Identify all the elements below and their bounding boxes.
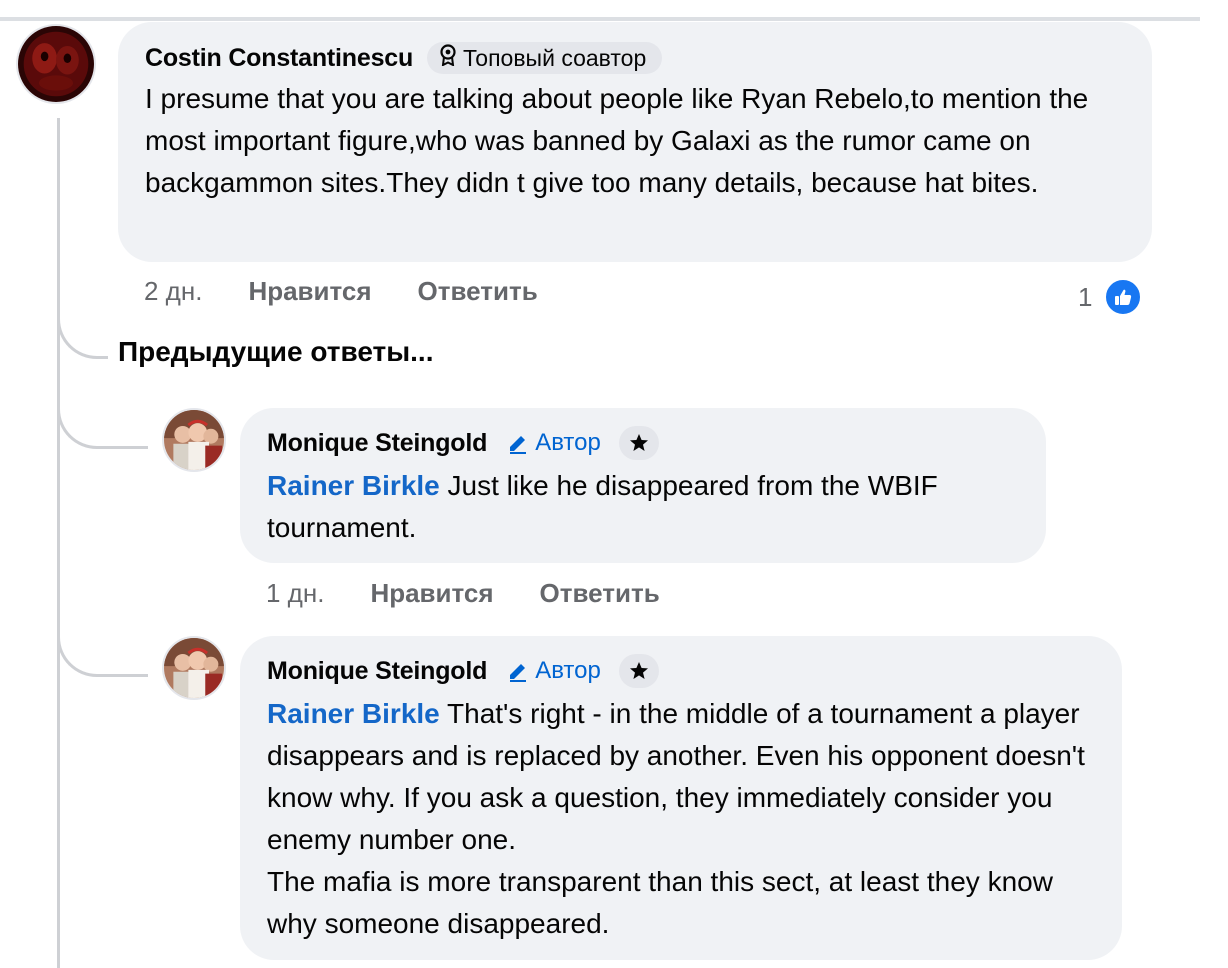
comment-actions: 2 дн. Нравится Ответить [144, 276, 538, 307]
star-icon[interactable] [618, 654, 659, 688]
reply-button[interactable]: Ответить [540, 578, 660, 609]
author-badge-label: Автор [535, 657, 601, 684]
badge-label: Топовый соавтор [463, 44, 647, 71]
thread-connector [57, 390, 148, 449]
reply-text: Rainer Birkle Just like he disappeared f… [267, 465, 1019, 549]
reply-bubble: Monique Steingold Автор Rainer Birkle Ju… [240, 408, 1046, 563]
pencil-icon [510, 664, 527, 682]
thread-connector [57, 300, 108, 359]
author-badge[interactable]: Автор [507, 429, 601, 457]
reply-author[interactable]: Monique Steingold [267, 657, 487, 686]
comment-text: I presume that you are talking about peo… [145, 83, 1089, 198]
reply-actions: 1 дн. Нравится Ответить [266, 578, 660, 609]
avatar[interactable] [162, 636, 226, 700]
thumbs-up-icon [1104, 278, 1143, 316]
author-badge[interactable]: Автор [507, 657, 601, 685]
like-button[interactable]: Нравится [370, 578, 493, 609]
reply-bubble: Monique Steingold Автор Rainer Birkle Th… [240, 636, 1122, 960]
previous-replies-link[interactable]: Предыдущие ответы... [118, 336, 434, 368]
pencil-icon [510, 436, 527, 454]
reply-text: Rainer Birkle That's right - in the midd… [267, 693, 1095, 861]
avatar[interactable] [16, 24, 96, 104]
comment-timestamp[interactable]: 2 дн. [144, 276, 202, 307]
reaction-count[interactable]: 1 [1078, 278, 1143, 316]
thread-line [57, 118, 60, 968]
reply-author[interactable]: Monique Steingold [267, 429, 487, 458]
comment-bubble: Costin Constantinescu Топовый соавтор I … [118, 22, 1152, 262]
mention-link[interactable]: Rainer Birkle [267, 470, 440, 501]
like-button[interactable]: Нравится [248, 276, 371, 307]
mention-link[interactable]: Rainer Birkle [267, 698, 440, 729]
reply-timestamp[interactable]: 1 дн. [266, 578, 324, 609]
avatar[interactable] [162, 408, 226, 472]
thread-connector [57, 618, 148, 677]
comment-author[interactable]: Costin Constantinescu [145, 44, 413, 73]
reply-text-continued: The mafia is more transparent than this … [267, 866, 1053, 939]
top-divider [0, 17, 1200, 21]
star-icon[interactable] [618, 426, 659, 460]
top-contributor-badge[interactable]: Топовый соавтор [427, 42, 663, 74]
like-count: 1 [1078, 281, 1093, 312]
author-badge-label: Автор [535, 429, 601, 456]
reply-button[interactable]: Ответить [418, 276, 538, 307]
medal-icon [439, 44, 457, 72]
